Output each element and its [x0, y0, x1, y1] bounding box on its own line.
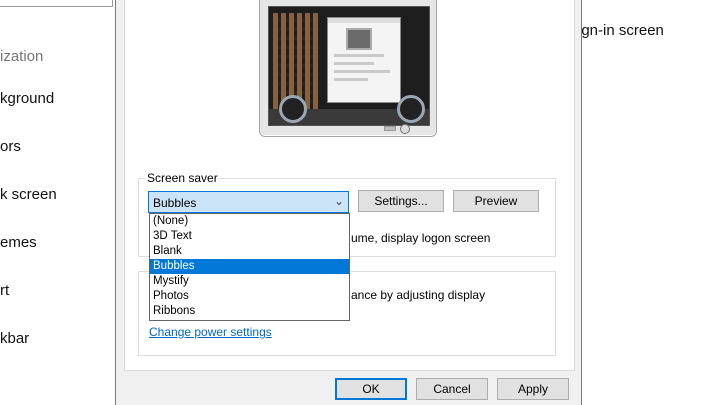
chevron-down-icon[interactable]: ⌄	[334, 194, 344, 208]
screen-saver-option[interactable]: Blank	[150, 244, 349, 259]
screen-saver-combobox[interactable]: Bubbles ⌄	[148, 191, 349, 213]
screen-saver-option[interactable]: Ribbons	[150, 304, 349, 319]
monitor-preview	[259, 0, 437, 137]
gauge-icon	[279, 95, 307, 123]
screen-saver-option[interactable]: 3D Text	[150, 229, 349, 244]
settings-nav-item[interactable]: k screen	[0, 186, 57, 203]
power-button-icon	[400, 124, 410, 134]
apply-button[interactable]: Apply	[497, 378, 569, 400]
preview-screen	[268, 6, 430, 126]
settings-nav-item[interactable]: rt	[0, 282, 9, 299]
settings-nav-item[interactable]: ors	[0, 138, 21, 155]
ok-button[interactable]: OK	[335, 378, 407, 400]
screen-saver-option[interactable]: Mystify	[150, 274, 349, 289]
settings-nav-item[interactable]: kbar	[0, 330, 29, 347]
settings-button[interactable]: Settings...	[358, 190, 444, 212]
resume-logon-label: ume, display logon screen	[351, 231, 491, 245]
personalization-heading: ization	[0, 48, 44, 65]
settings-nav-item[interactable]: emes	[0, 234, 37, 251]
gauge-icon	[397, 95, 425, 123]
screen-saver-selected-value: Bubbles	[153, 196, 197, 210]
preview-image-icon	[346, 28, 372, 50]
screen-saver-dropdown-list: (None) 3D Text Blank Bubbles Mystify Photos Ri…	[149, 213, 350, 321]
cancel-button[interactable]: Cancel	[416, 378, 488, 400]
search-box-edge[interactable]	[0, 0, 113, 7]
preview-window	[327, 17, 401, 103]
screen-saver-option[interactable]: Photos	[150, 289, 349, 304]
screen-saver-option[interactable]: (None)	[150, 214, 349, 229]
screen-saver-option[interactable]: Bubbles	[150, 259, 349, 274]
settings-nav-item[interactable]: kground	[0, 90, 54, 107]
lock-screen-signin-text: ign-in screen	[578, 22, 664, 39]
power-description: ance by adjusting display	[351, 288, 486, 302]
screen-saver-group-title: Screen saver	[145, 171, 220, 185]
monitor-slot	[384, 126, 396, 131]
preview-button[interactable]: Preview	[453, 190, 539, 212]
change-power-settings-link[interactable]: Change power settings	[149, 325, 272, 339]
